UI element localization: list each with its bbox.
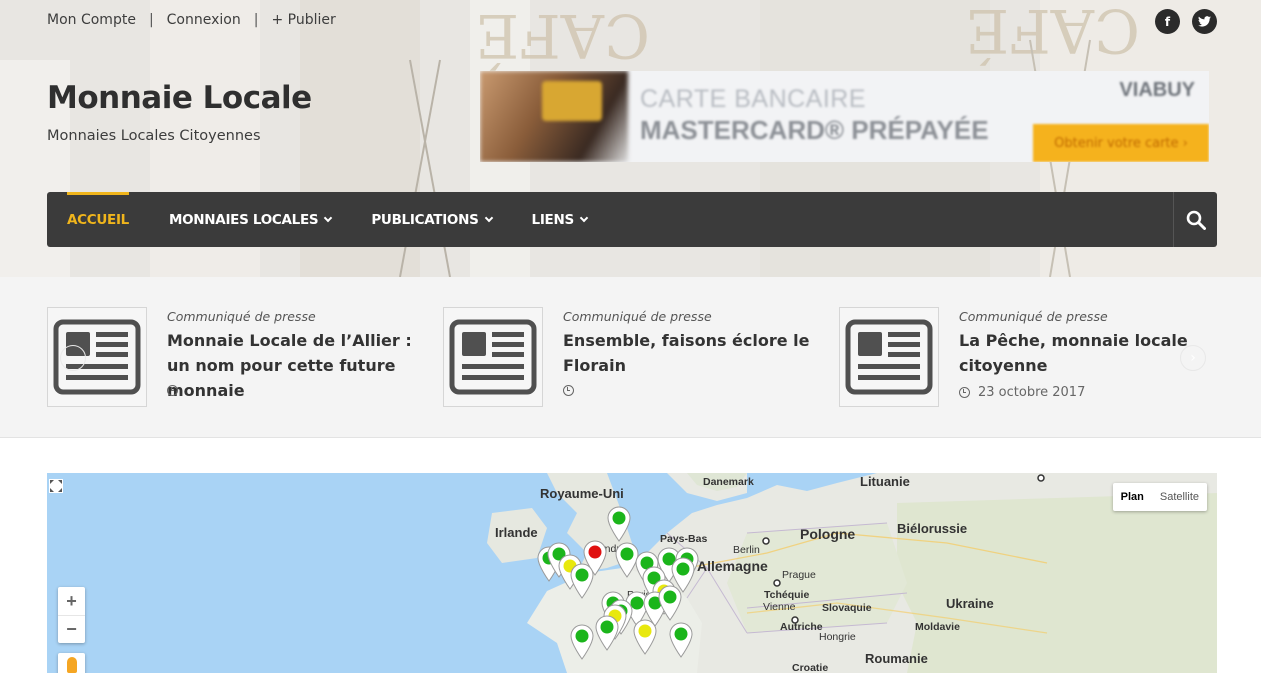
map-label-country: Tchéquie (764, 589, 810, 601)
chevron-down-icon (579, 213, 589, 222)
twitter-icon[interactable] (1192, 9, 1217, 34)
chevron-down-icon (324, 213, 333, 222)
map-label-country: Lituanie (860, 474, 910, 489)
nav-item-monnaies-locales[interactable]: MONNAIES LOCALES (149, 192, 351, 247)
chevron-right-icon: › (1190, 350, 1196, 366)
publish-link[interactable]: + Publier (271, 12, 335, 28)
chevron-down-icon (484, 213, 493, 222)
map-label-country: Slovaquie (822, 602, 872, 614)
map-label-country: Moldavie (915, 621, 960, 633)
news-thumbnail[interactable] (443, 307, 543, 407)
ad-line2: MASTERCARD® PRÉPAYÉE (640, 115, 989, 145)
search-icon (1186, 210, 1206, 230)
map-marker-pin[interactable] (668, 622, 694, 658)
map-label-country: Biélorussie (897, 521, 968, 536)
nav-item-liens[interactable]: LIENS (512, 192, 607, 247)
map-marker-pin[interactable] (632, 619, 658, 655)
map-marker-pin[interactable] (569, 624, 595, 660)
map-label-country: Ukraine (946, 596, 994, 611)
map-label-country: Roumanie (865, 651, 928, 666)
site-header: CAFÉ CAFÉ Mon Compte | Connexion | + Pub… (0, 0, 1261, 277)
carousel-next-button[interactable]: › (1180, 345, 1206, 371)
map-label-country: Pays-Bas (660, 533, 708, 545)
site-description: Monnaies Locales Citoyennes (47, 128, 261, 144)
map-label-country: Croatie (792, 662, 829, 673)
news-title[interactable]: Monnaie Locale de l’Allier : un nom pour… (167, 328, 427, 403)
map-label-country: Danemark (703, 476, 754, 488)
map-widget[interactable]: Royaume-Uni Irlande Danemark Lituanie Bi… (47, 473, 1217, 673)
topbar: Mon Compte | Connexion | + Publier (47, 12, 336, 28)
news-date (167, 385, 186, 396)
map-label-country: Autriche (780, 621, 823, 633)
map-label-country: Royaume-Uni (540, 486, 624, 501)
news-date: 23 octobre 2017 (959, 385, 1085, 400)
social-links: f (1155, 9, 1217, 34)
map-label-country: Hongrie (819, 631, 856, 643)
newspaper-icon (449, 319, 537, 395)
site-title[interactable]: Monnaie Locale (47, 80, 312, 116)
zoom-in-button[interactable]: + (58, 587, 85, 615)
svg-text:CAFÉ: CAFÉ (965, 0, 1140, 66)
topbar-separator: | (148, 12, 154, 28)
map-marker-pin[interactable] (569, 563, 595, 599)
street-view-pegman-icon[interactable] (58, 653, 85, 673)
news-item[interactable]: Communiqué de presse La Pêche, monnaie l… (839, 307, 1219, 407)
news-category[interactable]: Communiqué de presse (959, 309, 1108, 324)
map-marker-pin[interactable] (657, 585, 683, 621)
news-category[interactable]: Communiqué de presse (167, 309, 316, 324)
main-navigation: ACCUEIL MONNAIES LOCALES PUBLICATIONS LI… (47, 192, 1217, 247)
clock-icon (167, 385, 178, 396)
login-link[interactable]: Connexion (167, 12, 241, 28)
news-date-text: 23 octobre 2017 (978, 385, 1086, 400)
ad-brand: VIABUY (1119, 79, 1195, 101)
zoom-out-button[interactable]: − (58, 615, 85, 643)
news-item[interactable]: Communiqué de presse Ensemble, faisons é… (443, 307, 823, 407)
map-label-city: Berlin (733, 544, 760, 556)
nav-item-label: PUBLICATIONS (371, 211, 479, 228)
nav-item-label: ACCUEIL (67, 211, 129, 228)
map-marker-pin[interactable] (594, 615, 620, 651)
map-label-country: Pologne (800, 526, 856, 542)
topbar-separator: | (253, 12, 259, 28)
advertisement-banner[interactable]: CARTE BANCAIRE MASTERCARD® PRÉPAYÉE VIAB… (480, 71, 1209, 162)
clock-icon (563, 385, 574, 396)
news-thumbnail[interactable] (839, 307, 939, 407)
my-account-link[interactable]: Mon Compte (47, 12, 136, 28)
map-type-satellite-button[interactable]: Satellite (1152, 483, 1207, 511)
news-item[interactable]: Communiqué de presse Monnaie Locale de l… (47, 307, 427, 407)
ad-card-image (542, 81, 602, 121)
map-type-control: Plan Satellite (1112, 483, 1207, 511)
newspaper-icon (845, 319, 933, 395)
nav-item-label: LIENS (531, 211, 575, 228)
map-label-country: Allemagne (697, 558, 768, 574)
map-label-city: Vienne (763, 601, 796, 613)
nav-item-publications[interactable]: PUBLICATIONS (351, 192, 511, 247)
nav-item-accueil[interactable]: ACCUEIL (47, 192, 149, 247)
svg-text:CAFÉ: CAFÉ (475, 0, 650, 71)
clock-icon (959, 387, 970, 398)
news-title[interactable]: Ensemble, faisons éclore le Florain (563, 328, 823, 378)
map-label-city: Prague (782, 569, 816, 581)
map-label-country: Irlande (495, 525, 538, 540)
carousel-prev-button[interactable] (60, 345, 86, 371)
facebook-icon[interactable]: f (1155, 9, 1180, 34)
search-button[interactable] (1173, 192, 1217, 247)
news-carousel: Communiqué de presse Monnaie Locale de l… (0, 277, 1261, 438)
news-category[interactable]: Communiqué de presse (563, 309, 712, 324)
nav-item-label: MONNAIES LOCALES (168, 211, 319, 228)
ad-line1: CARTE BANCAIRE (640, 85, 867, 113)
map-type-plan-button[interactable]: Plan (1113, 483, 1152, 511)
ad-cta-button[interactable]: Obtenir votre carte › (1033, 124, 1209, 162)
zoom-control: + − (58, 587, 85, 643)
news-date (563, 385, 582, 396)
fullscreen-icon[interactable] (49, 479, 63, 493)
map-marker-pin[interactable] (606, 506, 632, 542)
